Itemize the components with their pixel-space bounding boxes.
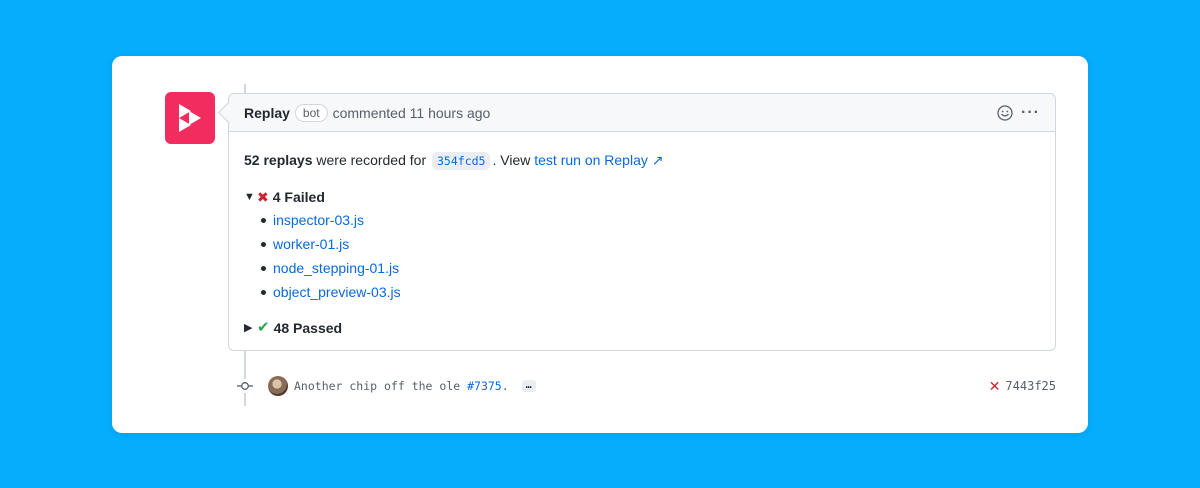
comment-actions: ···	[997, 104, 1040, 121]
bot-badge: bot	[294, 103, 328, 122]
list-item: node_stepping-01.js	[261, 256, 1040, 280]
commit-status: ✕ 7443f25	[989, 378, 1056, 395]
failed-list: inspector-03.js worker-01.js node_steppi…	[244, 208, 1040, 304]
commit-message: Another chip off the ole #7375.	[294, 379, 509, 393]
commit-sha[interactable]: 7443f25	[1005, 379, 1056, 393]
avatar[interactable]	[268, 376, 288, 396]
list-item: inspector-03.js	[261, 208, 1040, 232]
failed-label: 4 Failed	[272, 189, 325, 205]
comment-header: Replay bot commented 11 hours ago ···	[229, 94, 1055, 132]
card: Replay bot commented 11 hours ago ··· 52…	[112, 56, 1088, 433]
commit-row: Another chip off the ole #7375. … ✕ 7443…	[236, 376, 1056, 396]
pr-link[interactable]: #7375	[467, 379, 502, 393]
commit-message-end: .	[501, 379, 509, 393]
failed-summary[interactable]: ▼ ✖ 4 Failed	[244, 187, 1040, 207]
commit-sha-chip[interactable]: 354fcd5	[432, 152, 491, 170]
passed-summary[interactable]: ▶ ✔ 48 Passed	[244, 318, 1040, 338]
commit-icon	[236, 379, 254, 393]
check-icon: ✔	[257, 319, 270, 336]
test-run-link[interactable]: test run on Replay ↗	[534, 152, 663, 168]
comment-timestamp[interactable]: commented 11 hours ago	[333, 105, 491, 121]
failed-details: ▼ ✖ 4 Failed inspector-03.js worker-01.j…	[244, 187, 1040, 304]
summary-text: were recorded for	[316, 152, 427, 168]
x-icon: ✖	[257, 189, 269, 205]
replay-count: 52 replays	[244, 152, 313, 168]
commit-message-text: Another chip off the ole	[294, 379, 468, 393]
failed-test-link[interactable]: object_preview-03.js	[273, 282, 401, 302]
failed-test-link[interactable]: node_stepping-01.js	[273, 258, 399, 278]
comment-body: 52 replays were recorded for 354fcd5. Vi…	[229, 132, 1055, 338]
replay-logo-icon	[179, 104, 201, 132]
smiley-icon[interactable]	[997, 104, 1013, 121]
comment: Replay bot commented 11 hours ago ··· 52…	[228, 93, 1056, 351]
expand-commit-button[interactable]: …	[521, 380, 536, 392]
kebab-icon[interactable]: ···	[1021, 104, 1040, 121]
summary-line: 52 replays were recorded for 354fcd5. Vi…	[244, 150, 1040, 171]
x-icon[interactable]: ✕	[989, 378, 1001, 395]
failed-test-link[interactable]: inspector-03.js	[273, 210, 364, 230]
collapsed-triangle-icon: ▶	[244, 322, 253, 334]
expanded-triangle-icon: ▼	[244, 191, 255, 203]
list-item: worker-01.js	[261, 232, 1040, 256]
passed-label: 48 Passed	[273, 320, 343, 336]
replay-avatar[interactable]	[165, 92, 215, 144]
comment-author[interactable]: Replay	[244, 105, 290, 121]
failed-test-link[interactable]: worker-01.js	[273, 234, 349, 254]
summary-text-after: . View	[492, 152, 531, 168]
passed-details: ▶ ✔ 48 Passed	[244, 318, 1040, 338]
list-item: object_preview-03.js	[261, 280, 1040, 304]
